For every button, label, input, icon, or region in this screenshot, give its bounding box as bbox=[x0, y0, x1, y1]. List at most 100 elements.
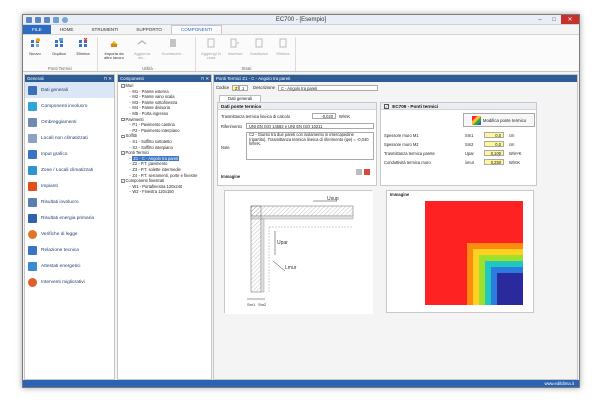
duplicate-icon bbox=[55, 38, 63, 47]
thermal-map-image bbox=[395, 199, 525, 307]
nav-item-label: Verifiche di legge bbox=[41, 231, 78, 237]
aggiorna-label: Aggiorna da... bbox=[133, 50, 150, 61]
elimina-label: Elimina bbox=[76, 50, 90, 56]
collapse-icon[interactable]: − bbox=[121, 179, 125, 183]
insert-layer-icon bbox=[230, 38, 239, 48]
rif-field[interactable]: UNI EN ISO 14683 e UNI EN ISO 10211 bbox=[246, 123, 374, 129]
rif-label: Riferimento bbox=[221, 124, 242, 129]
nav-item-shapes[interactable]: Componenti involucro bbox=[25, 98, 114, 114]
nav-item-doc[interactable]: Dati generali bbox=[25, 82, 114, 98]
ec709-logo-icon bbox=[471, 115, 481, 125]
nav-item-certificate[interactable]: Attestati energetici bbox=[25, 258, 114, 274]
ec709-row-symbol: Upar bbox=[465, 151, 474, 156]
check-icon bbox=[28, 229, 37, 239]
nav-item-sun[interactable]: Ombreggiamenti bbox=[25, 114, 114, 130]
nuovo-button[interactable]: Nuovo bbox=[24, 38, 46, 56]
nav-item-label: Componenti involucro bbox=[41, 103, 88, 109]
ec709-row-value-field[interactable]: 0,0 bbox=[484, 141, 504, 147]
tree-item-label: M2 - Parete vano scala bbox=[132, 94, 175, 100]
collapse-icon[interactable]: − bbox=[121, 84, 125, 88]
tree-item-label: M3 - Parete sottofinestra bbox=[132, 99, 178, 105]
sovrascrivi-button[interactable]: Sovrascrivi... bbox=[158, 38, 188, 56]
tree-item-label: Z3 - P.T. solette intermedie bbox=[132, 166, 181, 172]
trasm-label: Trasmittanza termica lineica di calcolo bbox=[221, 114, 291, 119]
nav-item-check[interactable]: Verifiche di legge bbox=[25, 226, 114, 242]
tree-item-label: W2 - Finestra 120x150 bbox=[132, 189, 174, 195]
ec709-row-unit: cm bbox=[509, 133, 515, 138]
collapse-icon[interactable]: − bbox=[121, 134, 125, 139]
ribbon: Nuovo Duplica Elimina Ponti Termici Impo… bbox=[23, 34, 579, 72]
inserisci-label: Inserisci bbox=[227, 50, 243, 56]
panel-pin-icon[interactable]: ⊓ ✕ bbox=[201, 75, 209, 82]
ec709-row-unit: W/mK bbox=[509, 160, 521, 165]
tab-supporto[interactable]: SUPPORTO bbox=[127, 25, 171, 34]
window-title: EC700 - [Esempio] bbox=[275, 17, 327, 23]
flame-icon bbox=[28, 181, 37, 191]
tree-item[interactable]: – W2 - Finestra 120x150 bbox=[120, 189, 209, 195]
minimize-icon[interactable]: – bbox=[533, 15, 547, 24]
panel-pin-icon[interactable]: ⊓ ✕ bbox=[104, 75, 112, 82]
nav-item-tools[interactable]: Interventi migliorativi bbox=[25, 274, 114, 290]
note-field[interactable]: C2 - Giunto tra due pareti con isolament… bbox=[246, 132, 374, 160]
building-icon bbox=[28, 197, 37, 207]
generali-panel-header: Generali ⊓ ✕ bbox=[25, 75, 114, 82]
elimina-strato-button[interactable]: Elimina bbox=[272, 38, 294, 56]
importa-button[interactable]: Importa da altro lavoro bbox=[102, 38, 126, 61]
main-panel: Ponti Termici Z1 - C - Angolo tra pareti… bbox=[213, 74, 578, 380]
ec709-row-value-field[interactable]: 0,0 bbox=[484, 132, 504, 138]
tree-item-label: Z2 - P.T. pavimento bbox=[132, 161, 168, 167]
tab-home[interactable]: HOME bbox=[51, 25, 83, 34]
nav-item-building[interactable]: Risultati involucro bbox=[25, 194, 114, 210]
ribbon-tabs: FILE HOME STRUMENTI SUPPORTO COMPONENTI bbox=[23, 25, 579, 34]
tab-componenti[interactable]: COMPONENTI bbox=[170, 25, 223, 34]
ec709-row-value-field[interactable]: 0,100 bbox=[484, 150, 504, 156]
sostituisci-button[interactable]: Sostituisci bbox=[248, 38, 270, 56]
trasm-value-field[interactable]: -0,020 bbox=[312, 113, 336, 119]
tree-item-label: S2 - Soffitto interpiano bbox=[132, 144, 173, 150]
elimina-button[interactable]: Elimina bbox=[72, 37, 94, 56]
group-label-strati: Strati bbox=[241, 66, 252, 71]
aggiungi-label: Aggiungi in coda bbox=[201, 50, 221, 61]
ec709-checkbox[interactable]: ✓ bbox=[384, 104, 389, 110]
dati-ponte-section: Dati ponte termico Trasmittanza termica … bbox=[217, 102, 377, 186]
dati-ponte-title: Dati ponte termico bbox=[218, 103, 376, 110]
image-delete-icon[interactable] bbox=[364, 169, 370, 175]
status-url[interactable]: www.edilclima.it bbox=[544, 381, 574, 386]
descrizione-field[interactable]: C - Angolo tra pareti bbox=[277, 84, 378, 91]
tab-dati-generali[interactable]: Dati generali bbox=[219, 95, 262, 102]
tab-file[interactable]: FILE bbox=[23, 25, 51, 34]
collapse-icon[interactable]: − bbox=[121, 151, 125, 155]
image-edit-icon[interactable] bbox=[356, 169, 362, 175]
ec709-row-value-field[interactable]: 0,250 bbox=[484, 159, 504, 165]
aggiorna-button[interactable]: Aggiorna da... bbox=[130, 38, 154, 61]
shapes-icon bbox=[28, 101, 37, 111]
nav-item-zone[interactable]: Zone / Locali climatizzati bbox=[25, 162, 114, 178]
maximize-icon[interactable]: □ bbox=[547, 15, 561, 24]
tree-item-label: M4 - Parete divisoria bbox=[132, 105, 170, 111]
duplica-button[interactable]: Duplica bbox=[48, 38, 70, 56]
nav-item-pencil[interactable]: Input grafico bbox=[25, 146, 114, 162]
ec709-row-label: Spessore muro M1 bbox=[384, 133, 419, 138]
tools-icon bbox=[28, 277, 37, 287]
componenti-panel-header: Componenti ⊓ ✕ bbox=[118, 75, 211, 82]
nav-item-flame[interactable]: Impianti bbox=[25, 178, 114, 194]
ribbon-group-ponti-termici: Nuovo Duplica Elimina Ponti Termici bbox=[23, 37, 98, 71]
overwrite-icon bbox=[170, 39, 176, 47]
collapse-icon[interactable]: − bbox=[121, 117, 125, 122]
modifica-ponte-button[interactable]: Modifica ponte termico bbox=[463, 113, 535, 127]
nav-item-chart[interactable]: Risultati energia primaria bbox=[25, 210, 114, 226]
nav-item-report[interactable]: Relazione tecnica bbox=[25, 242, 114, 258]
tab-strumenti[interactable]: STRUMENTI bbox=[82, 25, 127, 34]
delete-layer-icon bbox=[279, 38, 287, 48]
nav-item-label: Impianti bbox=[41, 183, 58, 189]
ec709-row-symbol: Sm1 bbox=[465, 133, 474, 138]
codice-prefix-field[interactable]: Z bbox=[232, 84, 240, 91]
nav-item-house[interactable]: Locali non climatizzati bbox=[25, 130, 114, 146]
update-icon bbox=[137, 40, 147, 45]
close-icon[interactable]: ✕ bbox=[561, 15, 579, 24]
aggiungi-button[interactable]: Aggiungi in coda bbox=[200, 38, 222, 61]
nav-item-label: Ombreggiamenti bbox=[41, 119, 77, 125]
modifica-ponte-label: Modifica ponte termico bbox=[482, 117, 527, 123]
codice-number-field[interactable]: 1 bbox=[239, 84, 249, 91]
inserisci-button[interactable]: Inserisci bbox=[224, 38, 246, 56]
